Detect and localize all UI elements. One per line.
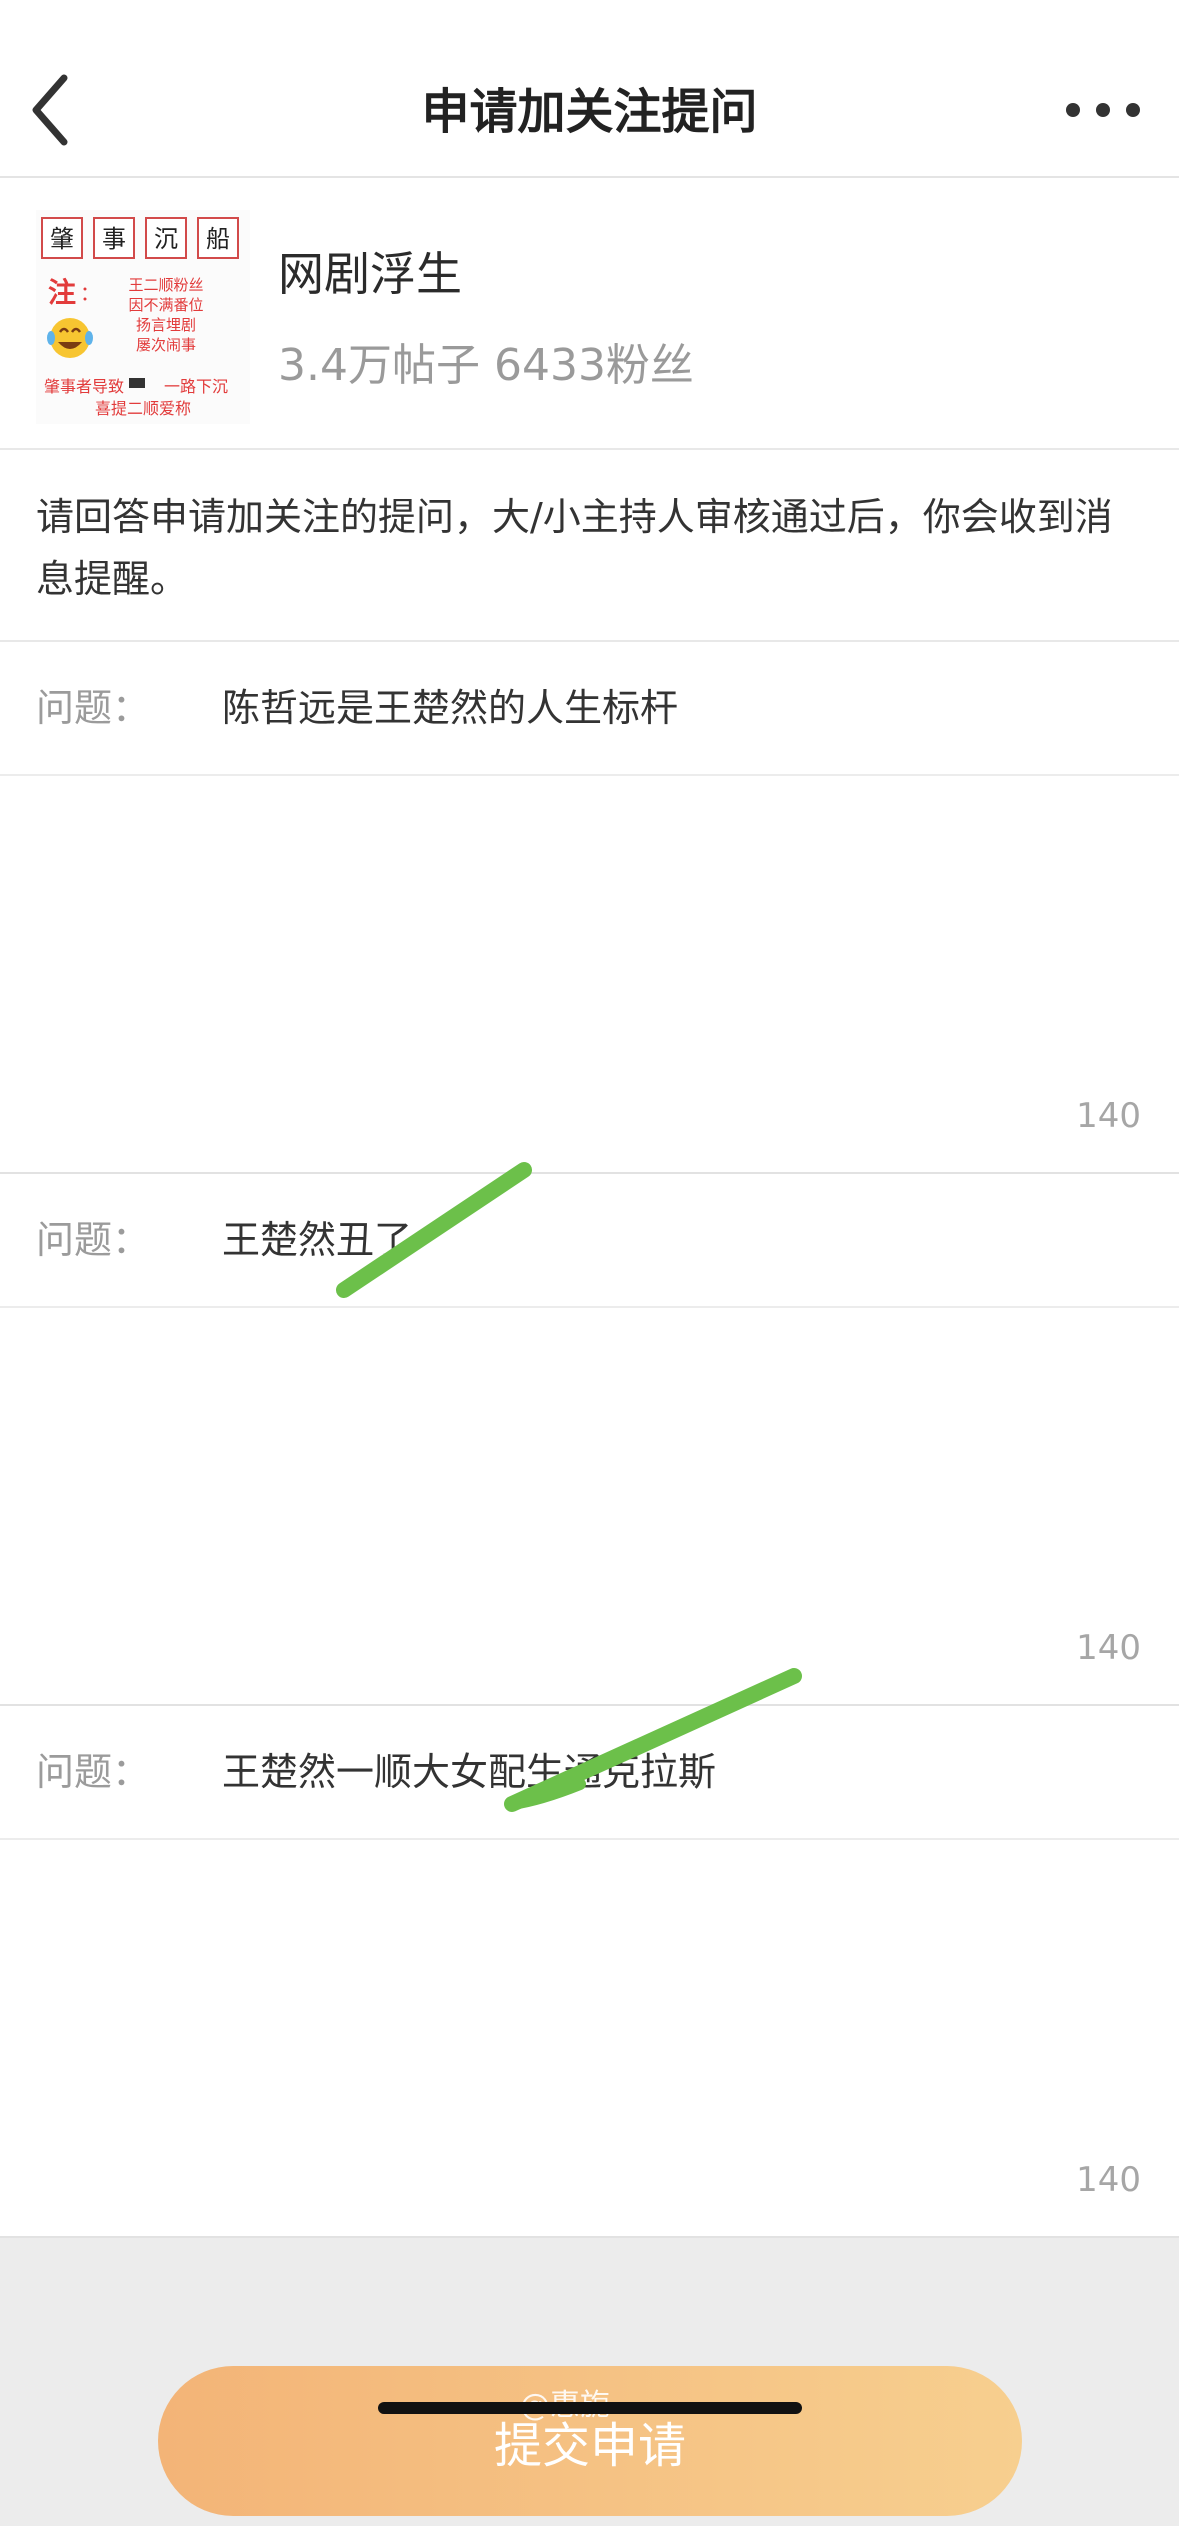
question-header: 问题： 陈哲远是王楚然的人生标杆 (0, 642, 1179, 776)
more-dots-icon (1066, 103, 1140, 117)
question-label: 问题： (36, 1750, 151, 1794)
thumb-footer-line-2: 一路下沉 (164, 377, 228, 396)
topic-thumbnail[interactable]: 肇 事 沉 船 注 ： 王二顺粉丝 因不满番位 扬言埋剧 屡次闹事 肇事者导致 … (36, 210, 250, 424)
more-options-button[interactable] (1055, 80, 1155, 140)
nav-bar: 申请加关注提问 (0, 0, 1179, 178)
notice-section: 请回答申请加关注的提问，大/小主持人审核通过后，你会收到消息提醒。 (0, 450, 1179, 642)
char-counter: 140 (1076, 1628, 1141, 1668)
topic-thumbnail-image: 肇 事 沉 船 注 ： 王二顺粉丝 因不满番位 扬言埋剧 屡次闹事 肇事者导致 … (36, 210, 250, 424)
topic-card[interactable]: 肇 事 沉 船 注 ： 王二顺粉丝 因不满番位 扬言埋剧 屡次闹事 肇事者导致 … (0, 178, 1179, 450)
page-title: 申请加关注提问 (421, 84, 758, 140)
question-header: 问题： 王楚然丑了 (0, 1174, 1179, 1308)
thumb-note-line-4: 屡次闹事 (136, 336, 196, 354)
question-header: 问题： 王楚然一顺大女配生通克拉斯 (0, 1706, 1179, 1840)
answer-input[interactable]: 140 (0, 1308, 1179, 1706)
question-text: 王楚然一顺大女配生通克拉斯 (222, 1750, 717, 1794)
char-counter: 140 (1076, 2160, 1141, 2200)
thumb-note-line-3: 扬言埋剧 (136, 316, 196, 334)
thumb-note-colon: ： (80, 281, 100, 305)
notice-text: 请回答申请加关注的提问，大/小主持人审核通过后，你会收到消息提醒。 (36, 495, 1113, 601)
thumb-footer-line-1: 肇事者导致 (44, 377, 124, 396)
question-label: 问题： (36, 686, 151, 730)
question-text: 王楚然丑了 (222, 1218, 413, 1262)
home-indicator[interactable] (378, 2402, 802, 2414)
thumb-note-label: 注 (48, 276, 76, 309)
answer-input[interactable]: 140 (0, 776, 1179, 1174)
thumb-box-1: 肇 (50, 225, 74, 253)
thumb-note-line-2: 因不满番位 (128, 296, 203, 314)
question-text: 陈哲远是王楚然的人生标杆 (222, 686, 679, 730)
thumb-box-4: 船 (206, 225, 230, 253)
char-counter: 140 (1076, 1096, 1141, 1136)
thumb-footer-line-3: 喜提二顺爱称 (95, 399, 191, 418)
question-label: 问题： (36, 1218, 151, 1262)
answer-input[interactable]: 140 (0, 1840, 1179, 2238)
topic-stats: 3.4万帖子 6433粉丝 (278, 340, 694, 391)
thumb-note-line-1: 王二顺粉丝 (128, 276, 203, 294)
thumb-box-2: 事 (102, 225, 126, 253)
topic-name[interactable]: 网剧浮生 (278, 244, 462, 304)
bowl-icon (129, 378, 145, 388)
thumb-box-3: 沉 (154, 225, 178, 253)
